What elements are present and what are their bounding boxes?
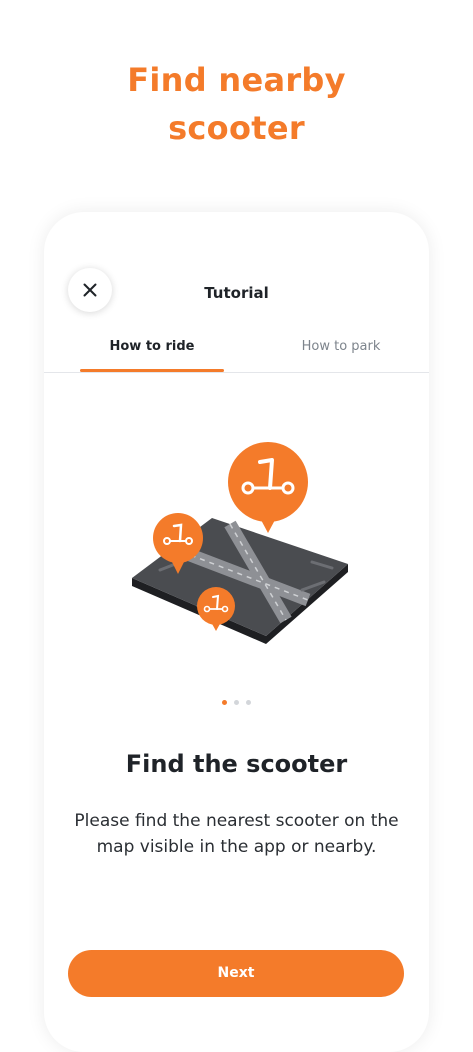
page-headline: Find nearby scooter <box>0 56 473 152</box>
next-button[interactable]: Next <box>68 950 404 997</box>
active-tab-indicator <box>80 369 224 372</box>
tab-how-to-park[interactable]: How to park <box>269 339 413 354</box>
slide-description: Please find the nearest scooter on the m… <box>74 811 399 857</box>
tutorial-card: Tutorial How to ride How to park Find th… <box>44 212 429 1052</box>
pager-dot-3[interactable] <box>246 700 251 705</box>
tab-bar: How to ride How to park <box>44 330 429 373</box>
modal-title: Tutorial <box>204 284 269 302</box>
headline-line-1: Find nearby <box>127 61 346 99</box>
slide-title: Find the scooter <box>125 750 348 778</box>
pager-dot-1[interactable] <box>222 700 227 705</box>
pager-dots <box>220 700 254 706</box>
tab-how-to-ride[interactable]: How to ride <box>80 339 224 354</box>
map-scooter-pins-icon <box>132 442 348 644</box>
headline-line-2: scooter <box>168 109 305 147</box>
pager-dot-2[interactable] <box>234 700 239 705</box>
